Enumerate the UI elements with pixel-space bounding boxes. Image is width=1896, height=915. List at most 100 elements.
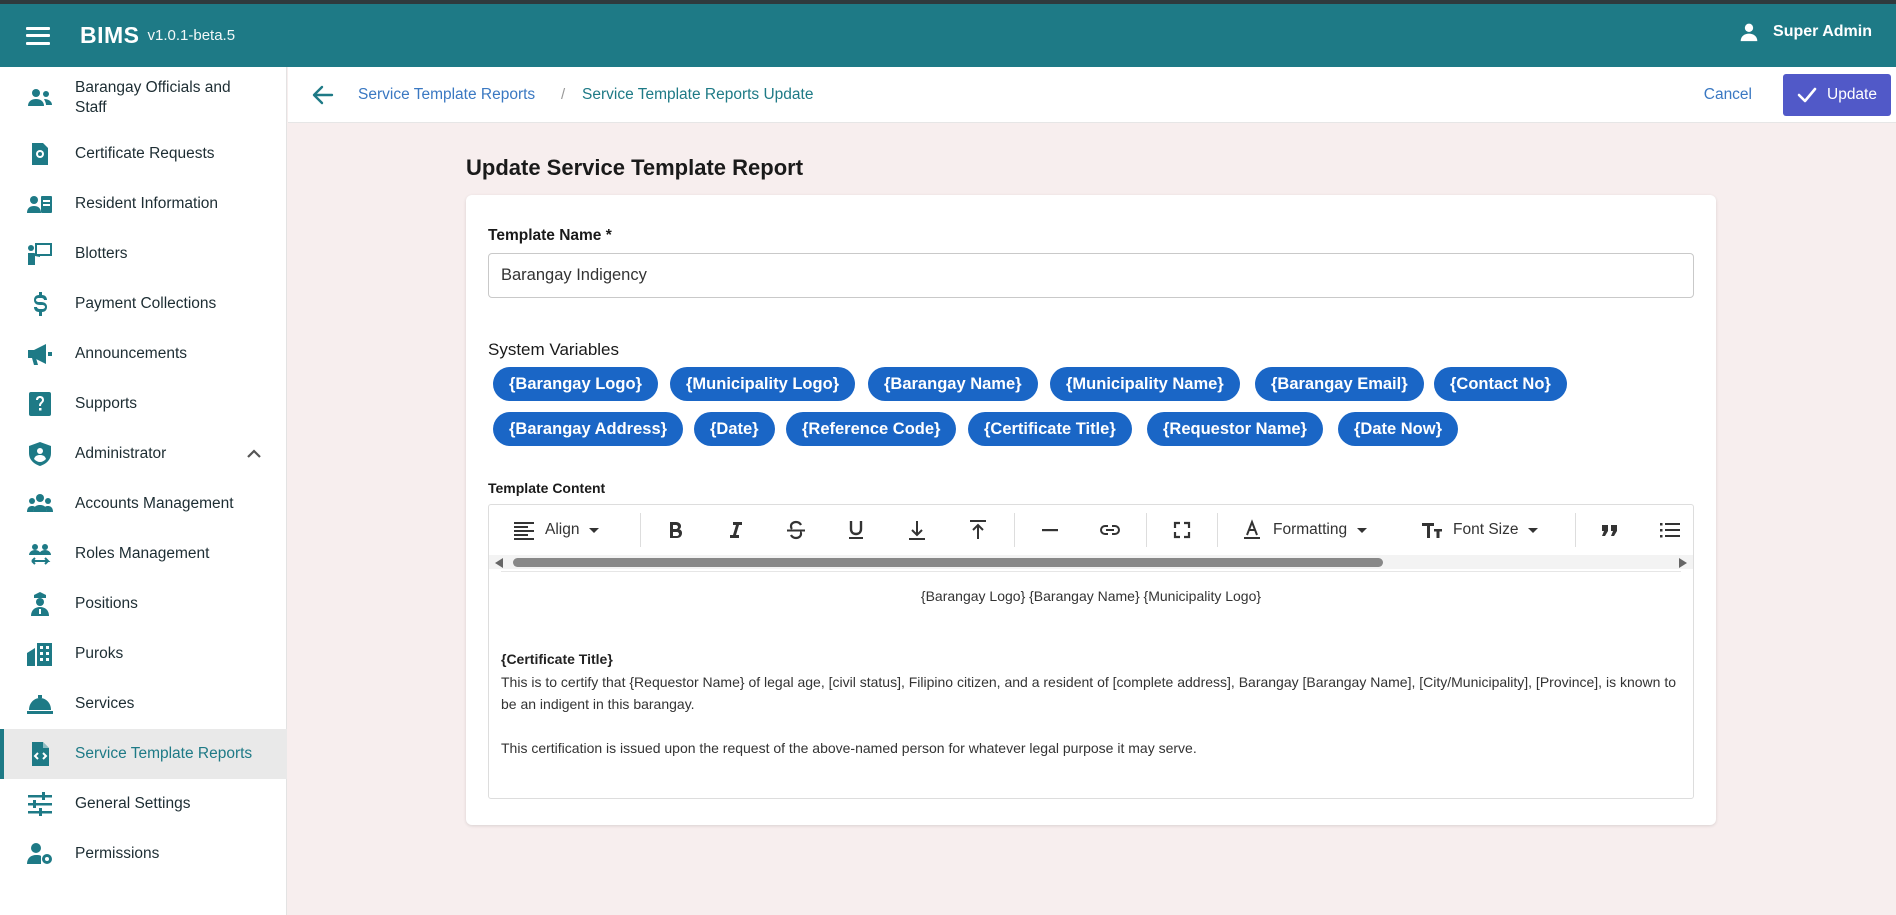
check-icon [1797,87,1817,103]
sidebar-item-service-template-reports[interactable]: Service Template Reports [0,729,287,779]
variable-chip-reference-code[interactable]: {Reference Code} [786,412,957,446]
content-paragraph: This certification is issued upon the re… [501,740,1197,756]
page-title: Update Service Template Report [466,155,804,180]
update-button-label: Update [1827,86,1877,103]
sidebar-item-label: Positions [75,595,138,612]
officer-icon [26,591,54,617]
breadcrumb-current: Service Template Reports Update [582,86,814,103]
editor-toolbar: Align Formatting Font Size [489,505,1693,555]
rich-text-editor: Align Formatting Font Size {Barangay Log… [488,504,1694,799]
swap-users-icon [26,541,54,567]
variable-chip-barangay-address[interactable]: {Barangay Address} [493,412,684,446]
scroll-right-icon[interactable] [1679,558,1687,568]
user-menu[interactable]: Super Admin [1739,22,1872,42]
menu-icon[interactable] [26,26,50,45]
app-name: BIMS [80,22,140,48]
sidebar-item-label: Services [75,695,135,712]
toolbar-scrollbar[interactable] [489,555,1693,569]
superscript-button[interactable] [967,517,989,543]
variable-chip-certificate-title[interactable]: {Certificate Title} [968,412,1132,446]
sidebar-item-services[interactable]: Services [0,679,287,729]
sidebar-item-label: Announcements [75,345,188,362]
chevron-up-icon[interactable] [247,447,261,461]
editor-content-area[interactable]: {Barangay Logo} {Barangay Name} {Municip… [501,571,1681,759]
dollar-icon [26,291,54,317]
megaphone-icon [26,341,54,367]
caret-down-icon [1357,528,1368,533]
variable-chip-barangay-name[interactable]: {Barangay Name} [868,367,1038,401]
sidebar-item-certificate-requests[interactable]: Certificate Requests [0,129,287,179]
variable-chip-municipality-logo[interactable]: {Municipality Logo} [670,367,856,401]
blockquote-button[interactable] [1599,517,1621,543]
font-size-icon [1422,523,1442,538]
sidebar-item-roles-management[interactable]: Roles Management [0,529,287,579]
sidebar-item-administrator[interactable]: Administrator [0,429,287,479]
bold-button[interactable] [664,517,686,543]
sidebar-item-label: Blotters [75,245,128,262]
underline-button[interactable] [845,517,867,543]
group-icon [26,491,54,517]
sidebar-item-general-settings[interactable]: General Settings [0,779,287,829]
scrollbar-thumb[interactable] [513,558,1383,567]
template-name-input[interactable] [488,253,1694,298]
breadcrumb-parent-link[interactable]: Service Template Reports [358,86,535,104]
sidebar-item-barangay-officials[interactable]: Barangay Officials and Staff [0,67,287,129]
sidebar-item-blotters[interactable]: Blotters [0,229,287,279]
sidebar-item-announcements[interactable]: Announcements [0,329,287,379]
toolbar-divider [1146,513,1147,547]
minus-icon [1042,529,1058,532]
horizontal-rule-button[interactable] [1039,517,1061,543]
sidebar-item-label: Certificate Requests [75,145,215,162]
variable-chip-date[interactable]: {Date} [694,412,775,446]
align-left-icon [514,522,534,540]
file-code-icon [26,741,54,767]
sidebar-item-label: Payment Collections [75,295,217,312]
variable-chip-municipality-name[interactable]: {Municipality Name} [1050,367,1240,401]
toolbar-divider [640,513,641,547]
content-certificate-title: {Certificate Title} [501,651,613,667]
sidebar-item-label: Roles Management [75,545,210,562]
sidebar-item-permissions[interactable]: Permissions [0,829,287,879]
template-name-label: Template Name * [488,227,612,244]
sidebar-item-resident-information[interactable]: Resident Information [0,179,287,229]
back-arrow-icon[interactable] [312,85,334,105]
italic-button[interactable] [724,517,746,543]
id-card-icon [26,191,54,217]
sidebar: Barangay Officials and Staff Certificate… [0,67,287,915]
users-icon [26,85,54,111]
variable-chip-barangay-email[interactable]: {Barangay Email} [1255,367,1424,401]
user-gear-icon [26,841,54,867]
sidebar-item-accounts-management[interactable]: Accounts Management [0,479,287,529]
sidebar-item-label: Barangay Officials and Staff [75,79,231,116]
cancel-button[interactable]: Cancel [1704,86,1752,104]
strikethrough-button[interactable] [785,517,807,543]
sidebar-item-label: Service Template Reports [75,745,253,762]
subscript-button[interactable] [906,517,928,543]
bell-tray-icon [26,691,54,717]
font-size-dropdown[interactable]: Font Size [1421,517,1539,543]
sidebar-item-positions[interactable]: Positions [0,579,287,629]
arrow-down-bar-icon [909,521,925,540]
toolbar-divider [1014,513,1015,547]
variable-chip-date-now[interactable]: {Date Now} [1338,412,1459,446]
sidebar-item-supports[interactable]: Supports [0,379,287,429]
font-size-label: Font Size [1453,521,1519,538]
link-button[interactable] [1099,517,1121,543]
scroll-left-icon[interactable] [495,558,503,568]
fullscreen-button[interactable] [1171,517,1193,543]
variable-chip-contact-no[interactable]: {Contact No} [1434,367,1567,401]
update-button[interactable]: Update [1783,74,1891,116]
sidebar-item-puroks[interactable]: Puroks [0,629,287,679]
italic-icon [730,522,742,538]
arrow-up-bar-icon [970,520,986,539]
user-icon [1740,23,1758,42]
variable-chip-requestor-name[interactable]: {Requestor Name} [1147,412,1323,446]
formatting-dropdown[interactable]: Formatting [1241,517,1368,543]
bullet-list-button[interactable] [1659,517,1681,543]
align-dropdown[interactable]: Align [513,517,600,543]
variable-chip-barangay-logo[interactable]: {Barangay Logo} [493,367,658,401]
page-header: Service Template Reports / Service Templ… [288,67,1896,123]
sidebar-item-label: Supports [75,395,138,412]
formatting-label: Formatting [1273,521,1348,538]
sidebar-item-payment-collections[interactable]: Payment Collections [0,279,287,329]
